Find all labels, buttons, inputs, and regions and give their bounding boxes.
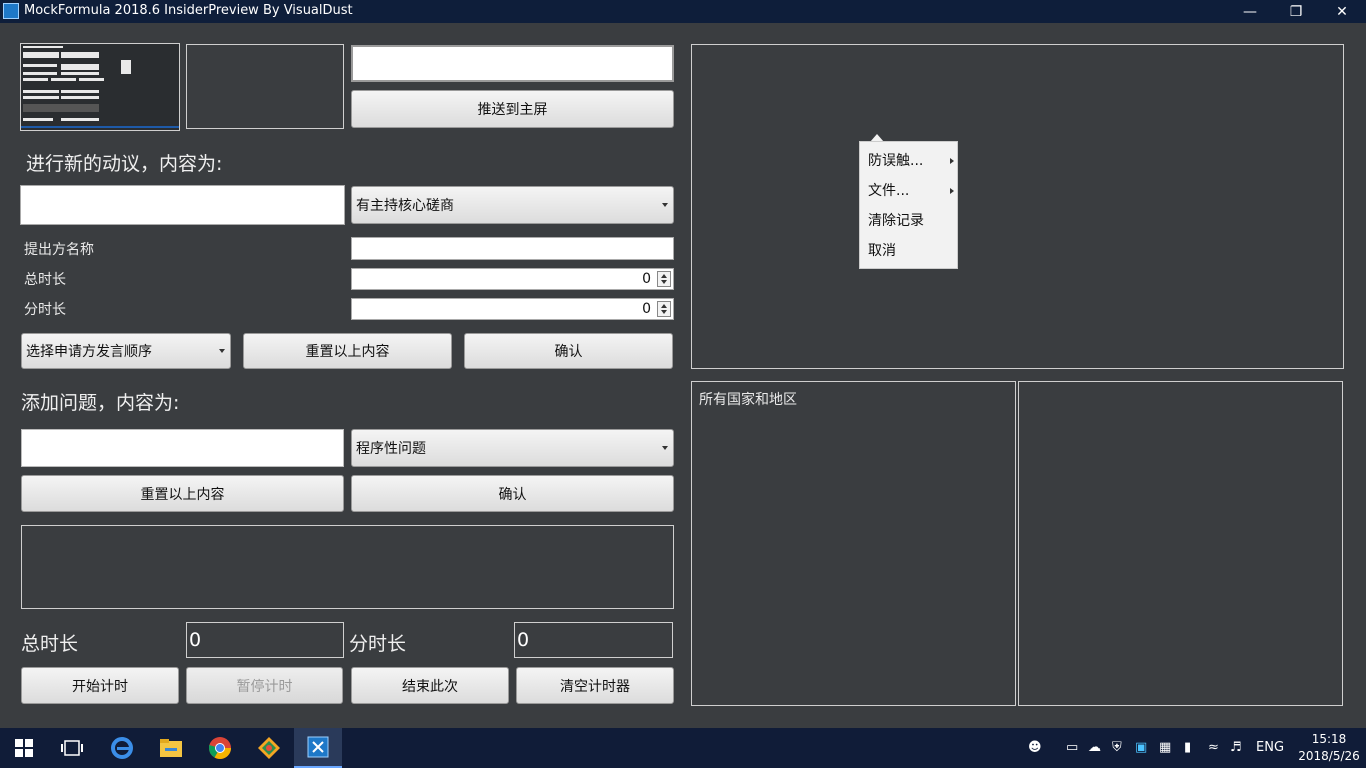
app-icon (3, 3, 19, 19)
speaker-list-panel[interactable] (1018, 381, 1343, 706)
motion-heading: 进行新的动议，内容为: (26, 153, 223, 175)
proposer-input[interactable] (351, 237, 674, 260)
chrome-browser-icon[interactable] (196, 728, 244, 768)
restore-icon[interactable]: ❐ (1273, 0, 1319, 23)
timer-per-field[interactable]: 0 (514, 622, 673, 658)
volume-icon[interactable]: ♬ (1230, 740, 1242, 755)
context-menu: 防误触... 文件... 清除记录 取消 (859, 141, 958, 269)
chevron-down-icon (662, 203, 668, 207)
menu-item-anti-mistouch[interactable]: 防误触... (868, 150, 954, 172)
question-type-select[interactable]: 程序性问题 (351, 429, 674, 467)
question-reset-button[interactable]: 重置以上内容 (21, 475, 344, 512)
speaking-order-value: 选择申请方发言顺序 (26, 344, 152, 360)
timer-total-label: 总时长 (21, 633, 79, 655)
menu-item-label: 文件... (868, 183, 910, 199)
timer-per-label: 分时长 (349, 633, 407, 655)
menu-item-label: 防误触... (868, 153, 924, 169)
submenu-arrow-icon (950, 158, 954, 164)
motion-confirm-button[interactable]: 确认 (464, 333, 673, 369)
edge-browser-icon[interactable] (98, 728, 146, 768)
title-bar: MockFormula 2018.6 InsiderPreview By Vis… (0, 0, 1366, 23)
stepper-arrows-icon[interactable] (657, 301, 671, 317)
chevron-down-icon (662, 446, 668, 450)
close-icon[interactable]: ✕ (1319, 0, 1365, 23)
motion-type-select[interactable]: 有主持核心磋商 (351, 186, 674, 224)
per-duration-value: 0 (642, 301, 651, 317)
chevron-down-icon (219, 349, 225, 353)
proposer-label: 提出方名称 (24, 242, 94, 258)
minimize-icon[interactable]: — (1227, 0, 1273, 23)
app-tray-icon[interactable]: ▣ (1135, 740, 1147, 755)
git-tool-icon[interactable] (245, 728, 293, 768)
onedrive-icon[interactable]: ☁ (1088, 740, 1101, 755)
country-list-panel[interactable]: 所有国家和地区 (691, 381, 1016, 706)
submenu-arrow-icon (950, 188, 954, 194)
stepper-arrows-icon[interactable] (657, 271, 671, 287)
people-icon[interactable]: ☻ (1028, 740, 1042, 755)
main-display-panel[interactable] (691, 44, 1344, 369)
country-list-header: 所有国家和地区 (699, 392, 797, 408)
mockformula-app-icon[interactable] (294, 728, 342, 768)
question-heading: 添加问题，内容为: (21, 392, 180, 414)
wifi-icon[interactable]: ≈ (1208, 740, 1219, 755)
window-title: MockFormula 2018.6 InsiderPreview By Vis… (24, 3, 353, 18)
motion-reset-button[interactable]: 重置以上内容 (243, 333, 452, 369)
motion-type-value: 有主持核心磋商 (356, 198, 454, 214)
motion-content-input[interactable] (20, 185, 345, 225)
clock-date: 2018/5/26 (1298, 749, 1360, 763)
clear-timer-button[interactable]: 清空计时器 (516, 667, 674, 704)
per-duration-stepper[interactable]: 0 (351, 298, 674, 320)
log-text-area[interactable] (21, 525, 674, 609)
keyboard-icon[interactable]: ▦ (1159, 740, 1171, 755)
start-timer-button[interactable]: 开始计时 (21, 667, 179, 704)
total-duration-stepper[interactable]: 0 (351, 268, 674, 290)
battery-icon[interactable]: ▮ (1184, 740, 1191, 755)
windows-start-icon[interactable] (0, 728, 48, 768)
task-view-icon[interactable] (48, 728, 96, 768)
total-duration-label: 总时长 (24, 272, 66, 288)
question-content-input[interactable] (21, 429, 344, 467)
question-type-value: 程序性问题 (356, 441, 426, 457)
push-to-main-screen-button[interactable]: 推送到主屏 (351, 90, 674, 128)
clock[interactable]: 15:18 2018/5/26 (1296, 731, 1362, 765)
speaking-order-select[interactable]: 选择申请方发言顺序 (21, 333, 231, 369)
security-shield-icon[interactable]: ⛨ (1112, 740, 1122, 755)
timer-total-field[interactable]: 0 (186, 622, 344, 658)
screen-preview-thumbnail (20, 43, 180, 131)
end-session-button[interactable]: 结束此次 (351, 667, 509, 704)
question-confirm-button[interactable]: 确认 (351, 475, 674, 512)
preview-panel (186, 44, 344, 129)
clock-time: 15:18 (1311, 732, 1347, 746)
file-explorer-icon[interactable] (147, 728, 195, 768)
menu-item-file[interactable]: 文件... (868, 180, 954, 202)
push-content-input[interactable] (351, 45, 674, 82)
menu-item-cancel[interactable]: 取消 (868, 240, 954, 262)
usb-device-icon[interactable]: ▭ (1066, 740, 1078, 755)
language-indicator[interactable]: ENG (1256, 740, 1284, 755)
menu-item-clear-records[interactable]: 清除记录 (868, 210, 954, 232)
total-duration-value: 0 (642, 271, 651, 287)
per-duration-label: 分时长 (24, 302, 66, 318)
pause-timer-button[interactable]: 暂停计时 (186, 667, 343, 704)
